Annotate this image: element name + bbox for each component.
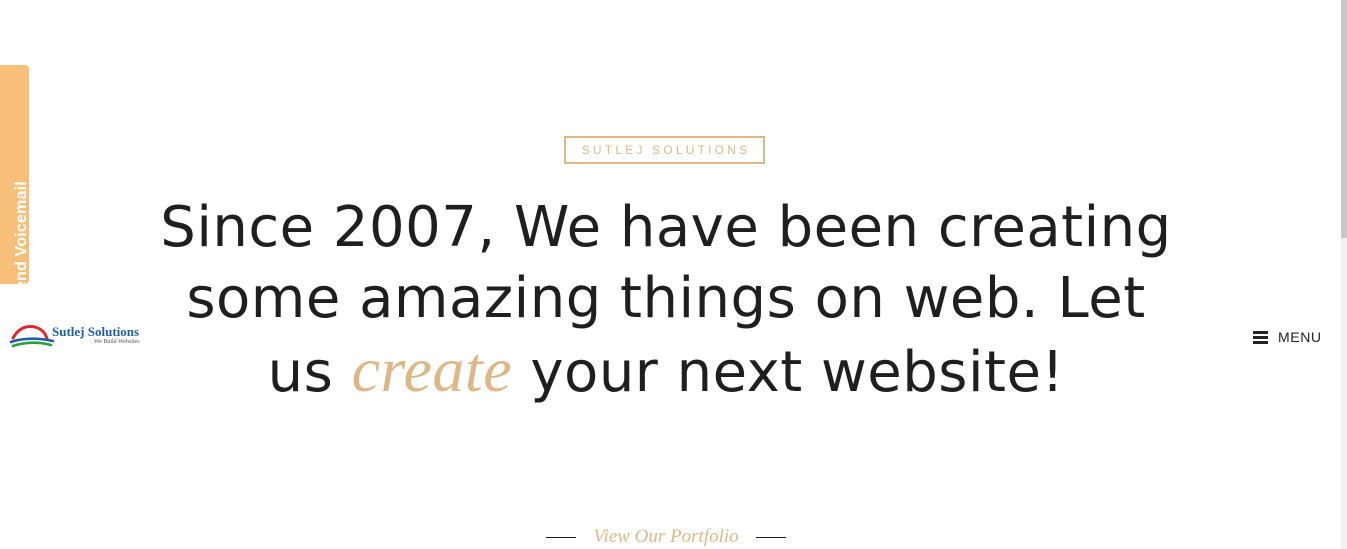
menu-button[interactable]: MENU	[1253, 328, 1322, 346]
brand-badge-text: SUTLEJ SOLUTIONS	[581, 143, 751, 157]
logo-name: Sutlej Solutions	[52, 324, 140, 339]
send-voicemail-tab[interactable]: Send Voicemail	[0, 65, 31, 321]
microphone-icon	[14, 307, 31, 321]
headline-accent: create	[351, 334, 513, 405]
portfolio-line-left	[546, 536, 576, 538]
menu-label: MENU	[1278, 329, 1322, 345]
brand-badge: SUTLEJ SOLUTIONS	[564, 136, 765, 164]
page-scrollbar[interactable]	[1341, 0, 1347, 549]
site-logo[interactable]: Sutlej Solutions We Build Websites	[9, 320, 154, 352]
scrollbar-thumb[interactable]	[1341, 0, 1347, 238]
view-portfolio-label: View Our Portfolio	[593, 526, 739, 547]
logo-tagline: We Build Websites	[94, 339, 140, 345]
headline-part2: your next website!	[512, 340, 1065, 405]
view-portfolio-link[interactable]: View Our Portfolio	[546, 524, 786, 549]
hero-headline: Since 2007, We have been creating some a…	[160, 192, 1172, 408]
logo-swoosh-icon	[9, 325, 55, 348]
hamburger-icon	[1253, 331, 1268, 344]
send-voicemail-label: Send Voicemail	[13, 181, 30, 301]
portfolio-line-right	[756, 536, 786, 538]
